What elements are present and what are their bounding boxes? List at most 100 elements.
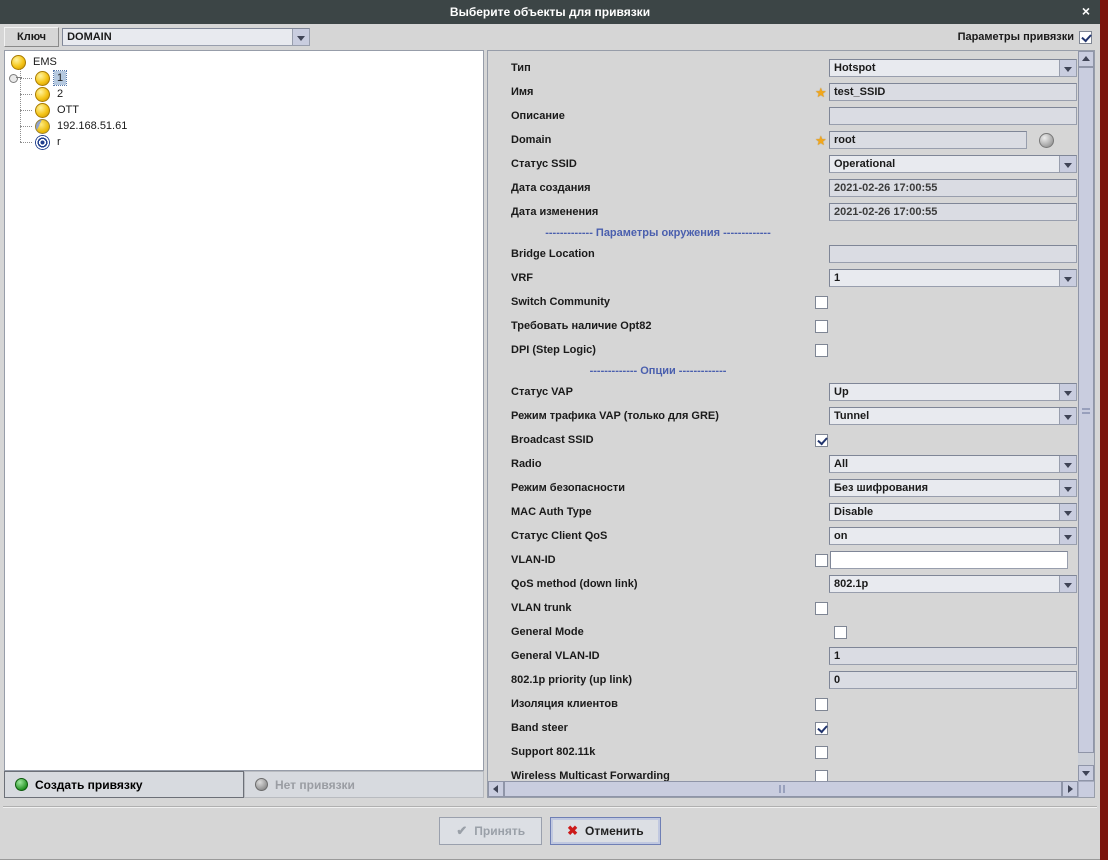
close-icon[interactable]: × — [1082, 3, 1090, 19]
dpi-step-logic-checkbox[interactable] — [815, 344, 828, 357]
tree-item-2[interactable]: 2 — [5, 86, 483, 102]
bridge-location-label: Bridge Location — [488, 248, 815, 260]
band-steer-control — [815, 716, 1078, 740]
wireless-multicast-forwarding-control — [815, 764, 1078, 781]
radio-dropdown[interactable]: All — [829, 455, 1077, 473]
scroll-down-icon[interactable] — [1078, 765, 1094, 781]
require-opt82-control — [815, 314, 1078, 338]
ssid-status-dropdown[interactable]: Operational — [829, 155, 1077, 173]
description-field[interactable] — [829, 107, 1077, 125]
vrf-dropdown[interactable]: 1 — [829, 269, 1077, 287]
no-binding-button[interactable]: Нет привязки — [244, 771, 484, 798]
tree-item-label[interactable]: 1 — [54, 71, 66, 85]
chevron-down-icon[interactable] — [1059, 384, 1076, 400]
tree-item-ems[interactable]: EMS — [5, 54, 483, 70]
vlan-id-checkbox[interactable] — [815, 554, 828, 567]
tree-item-1[interactable]: 1 — [5, 70, 483, 86]
tree-item-label[interactable]: r — [54, 135, 64, 149]
chevron-down-icon[interactable] — [1059, 270, 1076, 286]
switch-community-checkbox[interactable] — [815, 296, 828, 309]
scroll-right-icon[interactable] — [1062, 781, 1078, 797]
create-binding-button[interactable]: Создать привязку — [4, 771, 244, 798]
red-x-icon: ✖ — [567, 823, 578, 839]
security-mode-dropdown[interactable]: Без шифрования — [829, 479, 1077, 497]
vap-traffic-mode-dropdown[interactable]: Tunnel — [829, 407, 1077, 425]
security-mode-label: Режим безопасности — [488, 482, 815, 494]
domain-dropdown[interactable]: DOMAIN — [62, 28, 310, 46]
ssid-status-row: Статус SSIDOperational — [488, 152, 1078, 176]
tree-item-label[interactable]: 2 — [54, 87, 66, 101]
mac-auth-type-value: Disable — [830, 504, 1059, 520]
toolbar: Ключ DOMAIN Параметры привязки — [0, 24, 1100, 50]
vlan-id-field[interactable] — [830, 551, 1068, 569]
radio-control: All — [815, 452, 1078, 476]
vap-traffic-mode-row: Режим трафика VAP (только для GRE)Tunnel — [488, 404, 1078, 428]
general-vlan-id-field[interactable]: 1 — [829, 647, 1077, 665]
tree-item-label[interactable]: 192.168.51.61 — [54, 119, 130, 133]
tree-item-label[interactable]: OTT — [54, 103, 82, 117]
vertical-scrollbar[interactable] — [1078, 51, 1094, 781]
client-isolation-checkbox[interactable] — [815, 698, 828, 711]
domain-control: ★root — [815, 128, 1078, 152]
client-qos-status-dropdown[interactable]: on — [829, 527, 1077, 545]
modified-date-row: Дата изменения2021-02-26 17:00:55 — [488, 200, 1078, 224]
domain-browse-button[interactable] — [1039, 133, 1054, 148]
binding-params-checkbox[interactable] — [1079, 31, 1092, 44]
scroll-left-icon[interactable] — [488, 781, 504, 797]
type-control: Hotspot — [815, 56, 1078, 80]
cancel-button[interactable]: ✖ Отменить — [550, 817, 661, 845]
support-802-11k-checkbox[interactable] — [815, 746, 828, 759]
client-qos-status-control: on — [815, 524, 1078, 548]
vlan-id-row: VLAN-ID — [488, 548, 1078, 572]
chevron-down-icon[interactable] — [1059, 408, 1076, 424]
horizontal-scroll-thumb[interactable] — [504, 781, 1062, 797]
chevron-down-icon[interactable] — [292, 29, 309, 45]
vrf-label: VRF — [488, 272, 815, 284]
radio-value: All — [830, 456, 1059, 472]
tree-item-label[interactable]: EMS — [30, 55, 60, 69]
band-steer-checkbox[interactable] — [815, 722, 828, 735]
tree-item-ott[interactable]: OTT — [5, 102, 483, 118]
vlan-trunk-checkbox[interactable] — [815, 602, 828, 615]
client-isolation-control — [815, 692, 1078, 716]
chevron-down-icon[interactable] — [1059, 576, 1076, 592]
domain-field[interactable]: root — [829, 131, 1027, 149]
chevron-down-icon[interactable] — [1059, 456, 1076, 472]
mac-auth-type-dropdown[interactable]: Disable — [829, 503, 1077, 521]
domain-label: Domain — [488, 134, 815, 146]
vap-status-dropdown[interactable]: Up — [829, 383, 1077, 401]
scroll-up-icon[interactable] — [1078, 51, 1094, 67]
tree-item-192-168-51-61[interactable]: 192.168.51.61 — [5, 118, 483, 134]
wireless-multicast-forwarding-checkbox[interactable] — [815, 770, 828, 782]
vap-traffic-mode-value: Tunnel — [830, 408, 1059, 424]
chevron-down-icon[interactable] — [1059, 156, 1076, 172]
general-mode-checkbox[interactable] — [834, 626, 847, 639]
vertical-scroll-thumb[interactable] — [1078, 67, 1094, 753]
qos-method-down-link-dropdown[interactable]: 802.1p — [829, 575, 1077, 593]
require-opt82-checkbox[interactable] — [815, 320, 828, 333]
vrf-control: 1 — [815, 266, 1078, 290]
chevron-down-icon[interactable] — [1059, 60, 1076, 76]
priority-up-link-control: 0 — [815, 668, 1078, 692]
broadcast-ssid-checkbox[interactable] — [815, 434, 828, 447]
priority-up-link-label: 802.1p priority (up link) — [488, 674, 815, 686]
type-label: Тип — [488, 62, 815, 74]
accept-button[interactable]: ✔ Принять — [439, 817, 542, 845]
client-isolation-row: Изоляция клиентов — [488, 692, 1078, 716]
no-binding-label: Нет привязки — [275, 778, 355, 792]
horizontal-scrollbar[interactable] — [488, 781, 1078, 797]
priority-up-link-field[interactable]: 0 — [829, 671, 1077, 689]
chevron-down-icon[interactable] — [1059, 504, 1076, 520]
name-field[interactable]: test_SSID — [829, 83, 1077, 101]
broadcast-ssid-row: Broadcast SSID — [488, 428, 1078, 452]
expand-handle-icon[interactable] — [9, 74, 22, 82]
bridge-location-field[interactable] — [829, 245, 1077, 263]
client-qos-status-label: Статус Client QoS — [488, 530, 815, 542]
scrollbar-corner — [1078, 781, 1094, 797]
type-dropdown[interactable]: Hotspot — [829, 59, 1077, 77]
domain-icon — [11, 55, 26, 70]
tree-item-r[interactable]: r — [5, 134, 483, 150]
chevron-down-icon[interactable] — [1059, 480, 1076, 496]
green-circle-icon — [15, 778, 28, 791]
chevron-down-icon[interactable] — [1059, 528, 1076, 544]
